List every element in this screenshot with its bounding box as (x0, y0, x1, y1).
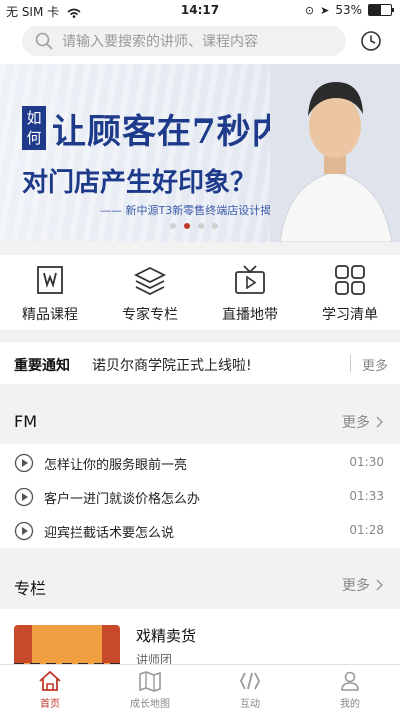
lock-rotation-icon: ⊙ (304, 3, 315, 17)
tab-growth-map[interactable]: 成长地图 (100, 665, 200, 711)
carousel-dots[interactable] (170, 223, 218, 229)
fm-section-title: FM (14, 412, 38, 431)
tab-interact[interactable]: 互动 (200, 665, 300, 711)
column-card[interactable]: 戏精卖货 讲师团 (0, 609, 400, 664)
fm-item-duration: 01:30 (349, 455, 384, 469)
home-icon (39, 670, 61, 691)
fm-item[interactable]: 迎宾拦截话术要怎么说 01:28 (0, 514, 400, 548)
location-icon: ➤ (320, 3, 330, 17)
column-card-author: 讲师团 (136, 653, 173, 664)
status-bar: 无 SIM 卡 14:17 ⊙ ➤ 53% (0, 0, 400, 22)
carousel-dot[interactable] (198, 223, 204, 229)
fm-item[interactable]: 怎样让你的服务眼前一亮 01:30 (0, 446, 400, 480)
tab-mine[interactable]: 我的 (300, 665, 400, 711)
banner-badge: 如何 (22, 106, 46, 150)
search-bar[interactable]: 请输入要搜索的讲师、课程内容 (22, 26, 346, 56)
interact-icon (239, 672, 261, 690)
fm-item-title: 客户一进门就谈价格怎么办 (44, 492, 201, 507)
search-input[interactable]: 请输入要搜索的讲师、课程内容 (62, 31, 258, 51)
fm-item-duration: 01:33 (349, 489, 384, 503)
fm-item-title: 迎宾拦截话术要怎么说 (44, 526, 175, 541)
column-section-title: 专栏 (14, 579, 47, 598)
top-header: 请输入要搜索的讲师、课程内容 (0, 22, 400, 64)
category-premium-courses[interactable]: 精品课程 (0, 255, 100, 330)
chevron-right-icon (376, 416, 384, 428)
column-more-link[interactable]: 更多 (342, 575, 384, 595)
announcement-text[interactable]: 诺贝尔商学院正式上线啦! (92, 355, 252, 375)
chevron-right-icon (376, 579, 384, 591)
bottom-tab-bar: 首页 成长地图 互动 我的 (0, 664, 400, 711)
play-icon[interactable] (14, 521, 34, 541)
banner-subtitle: —— 新中源T3新零售终端店设计揭秘 (100, 204, 283, 217)
tv-play-icon (235, 265, 265, 294)
history-clock-icon[interactable] (360, 30, 382, 52)
fm-item-title: 怎样让你的服务眼前一亮 (44, 458, 188, 473)
battery-percent: 53% (335, 3, 362, 17)
banner-headline-secondary: 对门店产生好印象？ (22, 168, 257, 198)
column-thumbnail (14, 625, 120, 664)
carousel-dot[interactable] (170, 223, 176, 229)
layers-icon (133, 266, 167, 296)
speaker-photo (270, 64, 400, 242)
grid-icon (335, 265, 365, 295)
banner-headline: 让顾客在7秒内 (52, 112, 287, 152)
carousel-dot[interactable] (212, 223, 218, 229)
announcement-more-link[interactable]: 更多 (362, 355, 388, 374)
fm-more-link[interactable]: 更多 (342, 412, 384, 432)
play-icon[interactable] (14, 453, 34, 473)
book-icon (37, 266, 63, 294)
announcement-bar[interactable]: 重要通知 诺贝尔商学院正式上线啦! 更多 (0, 342, 400, 384)
carousel-dot-active[interactable] (184, 223, 190, 229)
promo-banner[interactable]: 如何 让顾客在7秒内 对门店产生好印象？ —— 新中源T3新零售终端店设计揭秘 (0, 64, 400, 242)
category-study-list[interactable]: 学习清单 (300, 255, 400, 330)
column-card-title: 戏精卖货 (136, 627, 197, 645)
divider (350, 354, 351, 372)
fm-list: 怎样让你的服务眼前一亮 01:30 客户一进门就谈价格怎么办 01:33 迎宾拦… (0, 444, 400, 548)
category-live[interactable]: 直播地带 (200, 255, 300, 330)
map-icon (139, 671, 161, 692)
battery-icon (368, 4, 394, 16)
column-section-header: 专栏 更多 (0, 563, 400, 607)
fm-section-header: FM 更多 (0, 400, 400, 444)
play-icon[interactable] (14, 487, 34, 507)
tab-home[interactable]: 首页 (0, 665, 100, 711)
fm-item-duration: 01:28 (349, 523, 384, 537)
search-icon (35, 32, 53, 50)
category-expert-columns[interactable]: 专家专栏 (100, 255, 200, 330)
fm-item[interactable]: 客户一进门就谈价格怎么办 01:33 (0, 480, 400, 514)
category-nav: 精品课程 专家专栏 直播地带 学习清单 (0, 255, 400, 330)
user-icon (341, 671, 359, 691)
announcement-tag: 重要通知 (14, 358, 70, 374)
